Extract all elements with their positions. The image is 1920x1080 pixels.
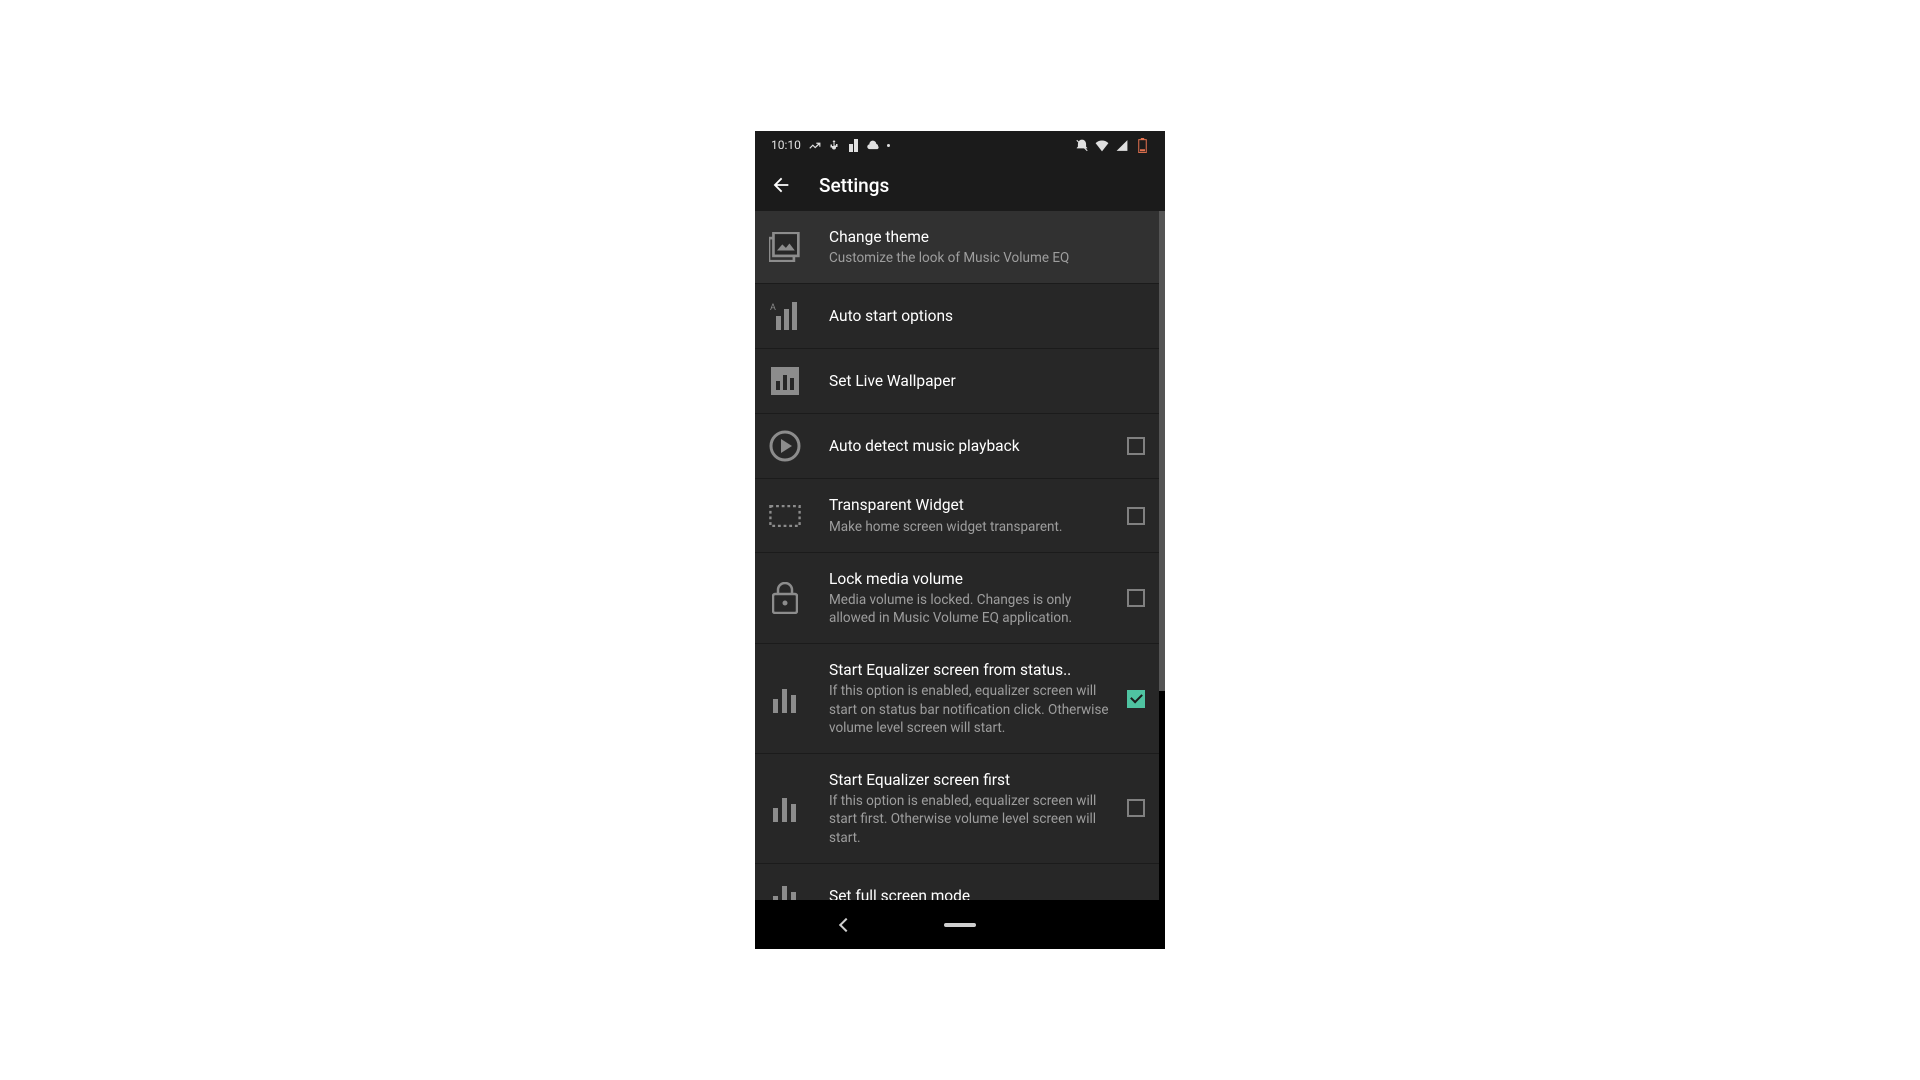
page-title: Settings	[819, 174, 889, 197]
setting-checkbox[interactable]	[1127, 690, 1145, 708]
setting-title: Auto detect music playback	[829, 436, 1109, 456]
setting-item[interactable]: A Auto start options	[755, 284, 1159, 349]
setting-text: Auto detect music playback	[829, 436, 1109, 456]
app-bar: Settings	[755, 159, 1165, 211]
setting-text: Start Equalizer screen firstIf this opti…	[829, 770, 1109, 847]
setting-title: Auto start options	[829, 306, 1145, 326]
bars-box-icon	[769, 365, 801, 397]
lock-icon	[769, 582, 801, 614]
setting-subtitle: If this option is enabled, equalizer scr…	[829, 792, 1109, 847]
setting-item[interactable]: Set Live Wallpaper	[755, 349, 1159, 414]
setting-title: Set Live Wallpaper	[829, 371, 1145, 391]
setting-checkbox[interactable]	[1127, 589, 1145, 607]
setting-title: Start Equalizer screen from status..	[829, 660, 1109, 680]
status-time: 10:10	[771, 138, 801, 152]
image-icon	[769, 231, 801, 263]
setting-checkbox[interactable]	[1127, 507, 1145, 525]
setting-subtitle: Make home screen widget transparent.	[829, 518, 1109, 536]
setting-title: Transparent Widget	[829, 495, 1109, 515]
battery-low-icon	[1135, 138, 1149, 152]
bars-icon	[769, 880, 801, 900]
setting-item[interactable]: Change theme Customize the look of Music …	[755, 211, 1159, 284]
setting-title: Change theme	[829, 227, 1145, 247]
scrollbar-thumb[interactable]	[1159, 211, 1165, 691]
setting-checkbox[interactable]	[1127, 799, 1145, 817]
cell-signal-icon	[1115, 138, 1129, 152]
dashed-rect-icon	[769, 500, 801, 532]
setting-item[interactable]: Start Equalizer screen firstIf this opti…	[755, 754, 1159, 864]
missed-call-icon	[807, 138, 821, 152]
setting-title: Set full screen mode	[829, 886, 1145, 900]
nav-home-pill[interactable]	[944, 923, 976, 927]
setting-title: Lock media volume	[829, 569, 1109, 589]
nav-back-button[interactable]	[839, 917, 853, 931]
setting-text: Auto start options	[829, 306, 1145, 326]
bars-icon	[769, 683, 801, 715]
status-bars-icon	[847, 138, 861, 152]
setting-title: Start Equalizer screen first	[829, 770, 1109, 790]
setting-text: Set full screen mode	[829, 886, 1145, 900]
settings-list[interactable]: Change theme Customize the look of Music …	[755, 211, 1159, 900]
dnd-off-icon	[1075, 138, 1089, 152]
setting-subtitle: Media volume is locked. Changes is only …	[829, 591, 1109, 627]
setting-item[interactable]: Lock media volumeMedia volume is locked.…	[755, 553, 1159, 645]
status-bar: 10:10	[755, 131, 1165, 159]
setting-text: Change theme Customize the look of Music …	[829, 227, 1145, 267]
wifi-icon	[1095, 138, 1109, 152]
phone-frame: 10:10	[755, 131, 1165, 949]
setting-item[interactable]: Auto detect music playback	[755, 414, 1159, 479]
setting-text: Start Equalizer screen from status..If t…	[829, 660, 1109, 737]
setting-item[interactable]: Start Equalizer screen from status..If t…	[755, 644, 1159, 754]
navigation-bar	[755, 900, 1165, 949]
setting-text: Transparent Widget Make home screen widge…	[829, 495, 1109, 535]
setting-text: Lock media volumeMedia volume is locked.…	[829, 569, 1109, 628]
autostart-icon: A	[769, 300, 801, 332]
arrow-back-icon	[770, 174, 792, 196]
status-dot-icon	[887, 144, 890, 147]
setting-text: Set Live Wallpaper	[829, 371, 1145, 391]
setting-subtitle: If this option is enabled, equalizer scr…	[829, 682, 1109, 737]
cloud-icon	[867, 138, 881, 152]
setting-subtitle: Customize the look of Music Volume EQ	[829, 249, 1145, 267]
back-button[interactable]	[769, 173, 793, 197]
play-circle-icon	[769, 430, 801, 462]
svg-text:A: A	[770, 303, 776, 313]
setting-item[interactable]: Transparent Widget Make home screen widge…	[755, 479, 1159, 552]
usb-icon	[827, 138, 841, 152]
setting-checkbox[interactable]	[1127, 437, 1145, 455]
status-left: 10:10	[771, 138, 890, 152]
setting-item[interactable]: Set full screen mode	[755, 864, 1159, 900]
status-right	[1075, 138, 1149, 152]
bars-icon	[769, 792, 801, 824]
